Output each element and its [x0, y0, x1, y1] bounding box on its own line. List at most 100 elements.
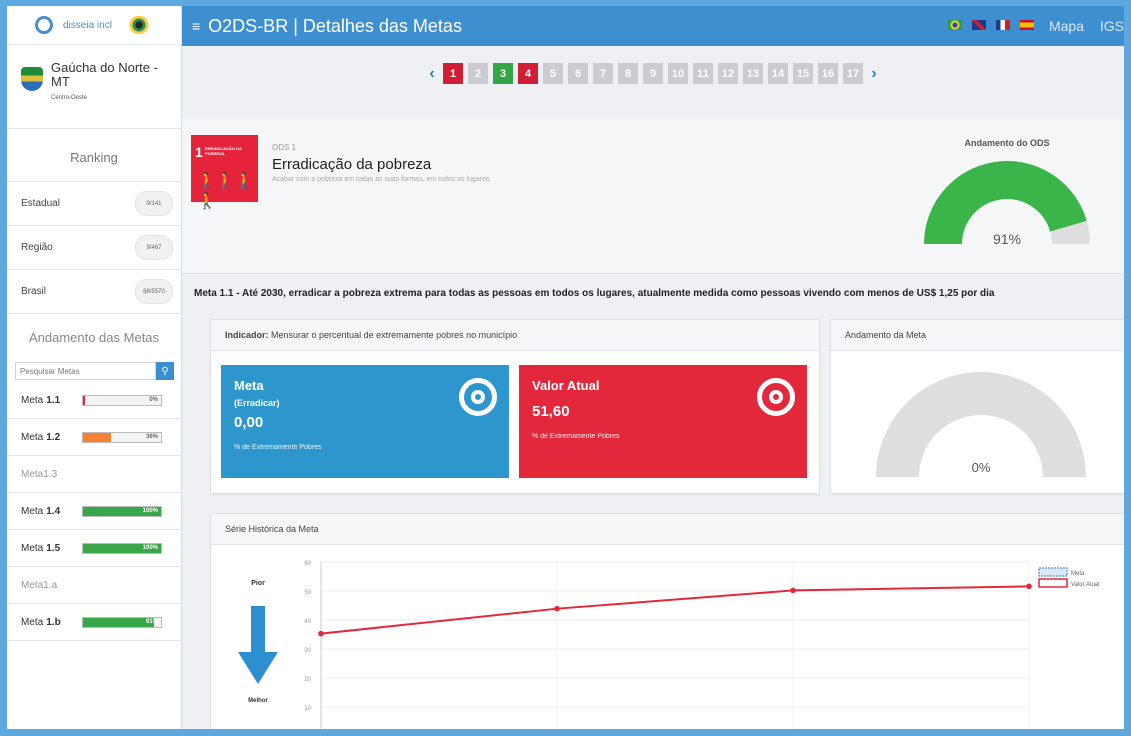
target-icon [459, 378, 497, 416]
fr-flag-icon[interactable] [996, 20, 1010, 30]
pager-ods-4[interactable]: 4 [518, 63, 538, 84]
top-bar: ≡ O2DS-BR | Detalhes das Metas Mapa IGS [182, 6, 1124, 46]
goal-progress-bar: 0% [82, 395, 162, 406]
goal-progress-bar: 36% [82, 432, 162, 443]
br-flag-icon[interactable] [948, 20, 962, 30]
search-button[interactable]: ⚲ [156, 362, 174, 380]
ods-card: 1 ERRADICAÇÃO DA POBREZA 🚶🚶🚶🚶 ODS 1 Erra… [182, 118, 1124, 274]
municipality-name: Gaúcha do Norte - MT [51, 60, 158, 89]
map-link[interactable]: Mapa [1049, 18, 1084, 34]
valor-atual-unit: % de Extremamente Pobres [532, 433, 620, 440]
pager-ods-13[interactable]: 13 [743, 63, 763, 84]
indicator-header: Indicador: Mensurar o percentual de extr… [211, 320, 819, 351]
search-bar: ⚲ [15, 362, 174, 380]
goal-label: Meta [21, 542, 44, 554]
meta-box: Meta (Erradicar) 0,00 % de Extremamente … [221, 365, 509, 478]
goal-progress-fill [83, 433, 112, 442]
search-metas-input[interactable] [15, 362, 156, 380]
ranking-badge: 9/141 [135, 191, 173, 216]
goal-progress-pct: 100% [142, 508, 158, 514]
y-tick-label: 30 [304, 648, 311, 654]
legend-swatch [1038, 578, 1068, 588]
goal-number: 1.a [43, 579, 58, 591]
pager-ods-3[interactable]: 3 [493, 63, 513, 84]
logo[interactable]: disseia incl [7, 6, 181, 45]
pager-ods-2[interactable]: 2 [468, 63, 488, 84]
data-point [1026, 583, 1032, 590]
meta-box-unit: % de Extremamente Pobres [234, 444, 322, 451]
ranking-label: Brasil [21, 286, 47, 297]
pager-ods-6[interactable]: 6 [568, 63, 588, 84]
series-line-valor-atual [320, 585, 1030, 635]
goal-progress-bar: 91% [82, 617, 162, 628]
legend-label: Meta [1071, 571, 1085, 577]
meta-description: Meta 1.1 - Até 2030, erradicar a pobreza… [194, 288, 995, 299]
pager-next-button[interactable]: › [868, 63, 880, 84]
valor-atual-value: 51,60 [532, 403, 570, 420]
goal-item-1-2[interactable]: Meta 1.2 36% [7, 419, 181, 456]
ranking-row: Região 9/467 [7, 225, 181, 269]
es-flag-icon[interactable] [1020, 20, 1034, 30]
uk-flag-icon[interactable] [972, 20, 986, 30]
y-tick-label: 10 [304, 706, 311, 712]
down-arrow-icon [238, 606, 278, 684]
goal-label: Meta [21, 579, 44, 591]
logo-text: disseia incl [63, 19, 112, 31]
goal-label: Meta [21, 394, 44, 406]
goal-item-1-b[interactable]: Meta 1.b 91% [7, 604, 181, 641]
indicator-prefix: Indicador: [225, 330, 269, 340]
ranking-row: Brasil 88/5570 [7, 269, 181, 313]
goal-item-1-1[interactable]: Meta 1.1 0% [7, 382, 181, 419]
y-tick-label: 40 [304, 619, 311, 625]
menu-icon[interactable]: ≡ [192, 18, 200, 34]
eye-icon [121, 16, 156, 34]
goal-number: 1.b [46, 616, 61, 628]
goal-number: 1.4 [46, 505, 61, 517]
goal-progress-pct: 91% [145, 619, 158, 625]
goal-item-1-a[interactable]: Meta 1.a [7, 567, 181, 604]
goal-label: Meta [21, 431, 44, 443]
municipality-crest-icon [21, 67, 43, 91]
gauge-label: 0% [972, 460, 991, 475]
app-frame: disseia incl Gaúcha do Norte - MT Centro… [0, 0, 1131, 736]
pager-ods-17[interactable]: 17 [843, 63, 863, 84]
goal-progress-bar: 100% [82, 543, 162, 554]
goal-label: Meta [21, 468, 44, 480]
goal-number: 1.2 [46, 431, 61, 443]
goal-progress-gauge: 0% [876, 372, 1086, 477]
ranking-title: Ranking [70, 150, 118, 165]
history-chart: 01020304050602014201520162017MetaValor A… [238, 561, 1100, 729]
pager-ods-5[interactable]: 5 [543, 63, 563, 84]
data-point [318, 630, 324, 637]
valor-atual-title: Valor Atual [532, 378, 600, 393]
ranking-list: Estadual 9/141 Região 9/467 Brasil 88/5570 [7, 181, 181, 313]
pager-ods-9[interactable]: 9 [643, 63, 663, 84]
pager-ods-15[interactable]: 15 [793, 63, 813, 84]
ods-pager: ‹ 1 2 3 4 5 6 7 8 9 10 11 12 13 14 15 16 17 › [182, 63, 1124, 84]
pager-ods-11[interactable]: 11 [693, 63, 713, 84]
pager-ods-16[interactable]: 16 [818, 63, 838, 84]
meta-box-title: Meta [234, 378, 264, 393]
pager-ods-10[interactable]: 10 [668, 63, 688, 84]
ods-progress-gauge: 91% [924, 160, 1090, 247]
goal-item-1-4[interactable]: Meta 1.4 100% [7, 493, 181, 530]
goal-label: Meta [21, 616, 44, 628]
gauge-label: 91% [993, 231, 1021, 247]
goal-item-1-5[interactable]: Meta 1.5 100% [7, 530, 181, 567]
indicator-panel: Indicador: Mensurar o percentual de extr… [210, 319, 820, 494]
pager-ods-7[interactable]: 7 [593, 63, 613, 84]
pager-ods-8[interactable]: 8 [618, 63, 638, 84]
ranking-label: Região [21, 242, 53, 253]
pager-ods-12[interactable]: 12 [718, 63, 738, 84]
search-icon: ⚲ [161, 365, 169, 377]
ranking-badge: 88/5570 [135, 279, 173, 304]
goal-progress-pct: 0% [149, 397, 158, 403]
igs-link[interactable]: IGS [1100, 18, 1124, 34]
goal-item-1-3[interactable]: Meta 1.3 [7, 456, 181, 493]
goal-progress-bar: 100% [82, 506, 162, 517]
pager-ods-14[interactable]: 14 [768, 63, 788, 84]
pager-prev-button[interactable]: ‹ [426, 63, 438, 84]
ranking-label: Estadual [21, 198, 60, 209]
pager-ods-1[interactable]: 1 [443, 63, 463, 84]
target-arrow-icon [757, 378, 795, 416]
